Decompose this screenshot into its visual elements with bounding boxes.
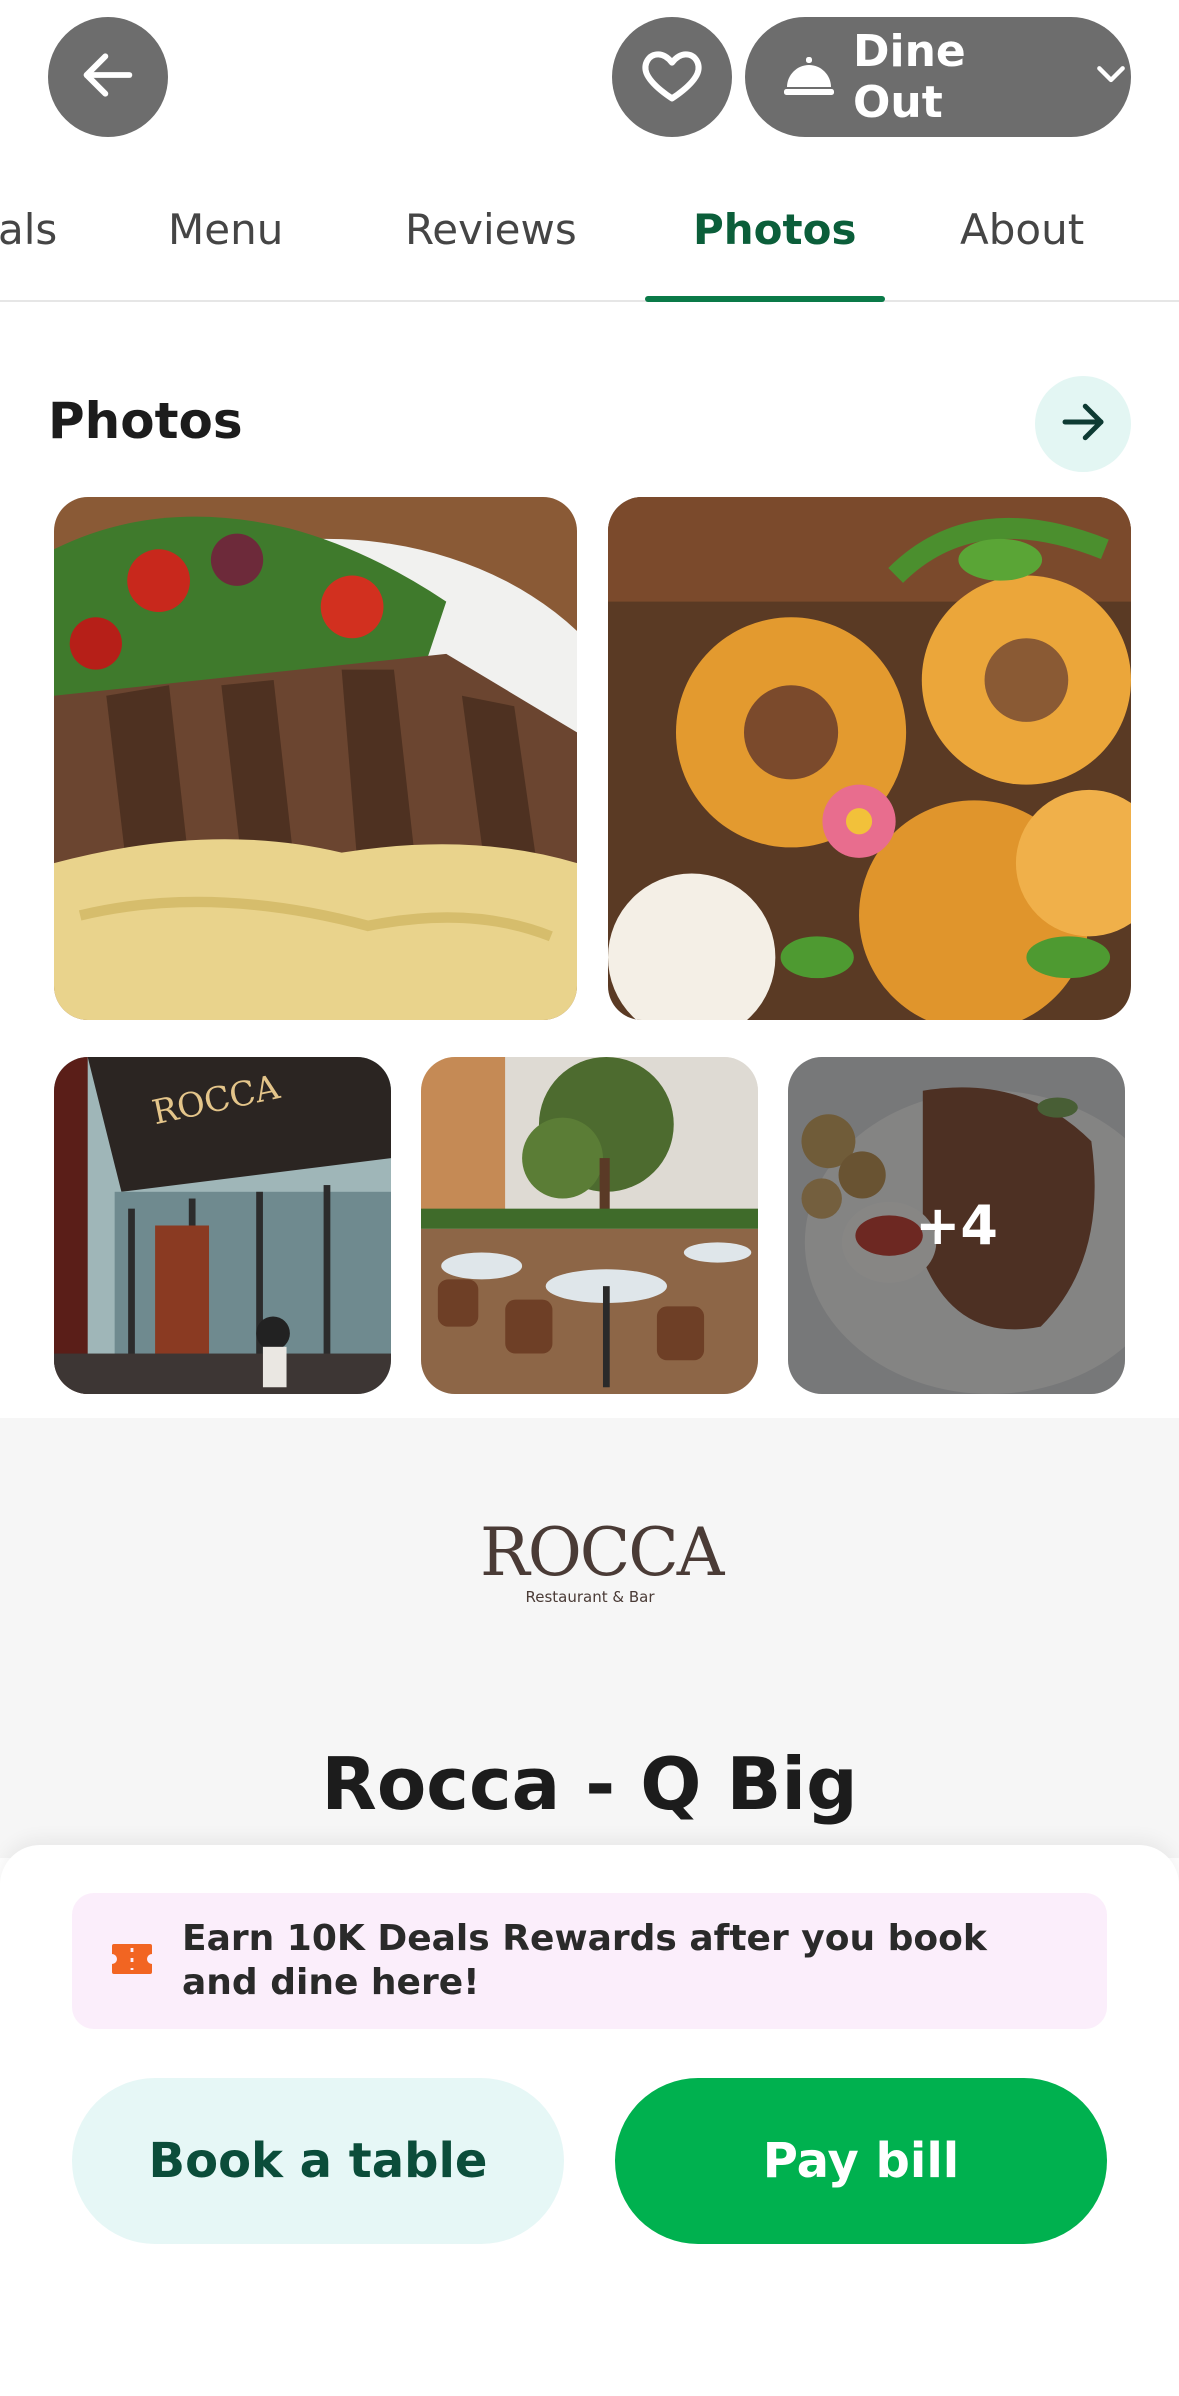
photo-grilled-meat[interactable]	[54, 497, 577, 1020]
tab-about[interactable]: About	[960, 205, 1084, 254]
tab-menu[interactable]: Menu	[168, 205, 283, 254]
cloche-icon	[783, 53, 835, 101]
tab-photos[interactable]: Photos	[693, 205, 856, 254]
tab-deals[interactable]: als	[0, 205, 57, 254]
restaurant-name: Rocca - Q Big	[321, 1742, 858, 1826]
section-tabs: als Menu Reviews Photos About	[0, 150, 1179, 302]
arrow-left-icon	[76, 43, 140, 111]
top-bar: Dine Out	[0, 0, 1179, 150]
promo-text: Earn 10K Deals Rewards after you book an…	[182, 1918, 987, 2003]
see-all-photos-button[interactable]	[1035, 376, 1131, 472]
heart-icon	[639, 42, 705, 112]
active-tab-indicator	[645, 296, 885, 302]
photo-restaurant-exterior[interactable]: ROCCA	[54, 1057, 391, 1394]
pay-bill-button[interactable]: Pay bill	[615, 2078, 1107, 2244]
photo-dining-interior[interactable]	[421, 1057, 758, 1394]
photo-more-dish[interactable]: +4	[788, 1057, 1125, 1394]
favorite-button[interactable]	[612, 17, 732, 137]
ticket-icon	[110, 1942, 154, 1980]
more-photos-count: +4	[788, 1057, 1125, 1394]
dine-mode-label: Dine Out	[853, 26, 966, 128]
photos-section-title: Photos	[48, 392, 243, 450]
tab-reviews[interactable]: Reviews	[405, 205, 577, 254]
photo-fried-calamari[interactable]	[608, 497, 1131, 1020]
book-table-button[interactable]: Book a table	[72, 2078, 564, 2244]
restaurant-logo: ROCCA Restaurant & Bar	[480, 1514, 724, 1630]
arrow-right-icon	[1056, 395, 1110, 453]
logo-wordmark: ROCCA	[480, 1514, 724, 1591]
dine-mode-selector[interactable]: Dine Out	[745, 17, 1131, 137]
chevron-down-icon	[1091, 55, 1131, 99]
rewards-promo-banner: Earn 10K Deals Rewards after you book an…	[72, 1893, 1107, 2029]
back-button[interactable]	[48, 17, 168, 137]
